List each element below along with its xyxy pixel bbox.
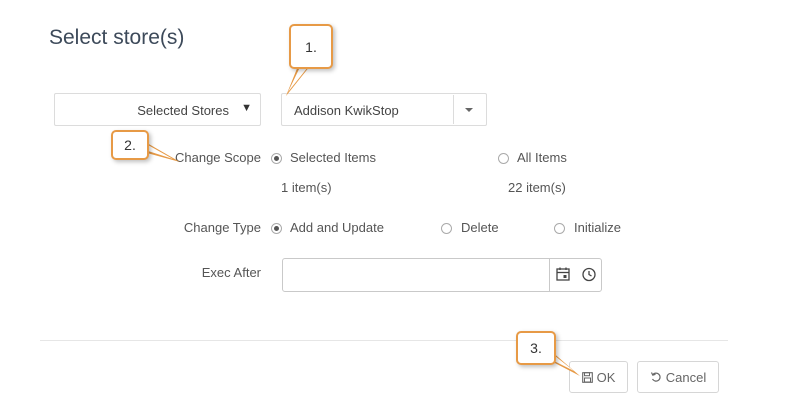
exec-after-input[interactable] [283,259,548,291]
chevron-down-icon[interactable] [465,108,473,112]
clock-button[interactable] [576,259,602,291]
all-items-count: 22 item(s) [508,180,566,195]
calendar-button[interactable] [550,259,576,291]
scope-option-all-items[interactable]: All Items [498,150,578,166]
store-filter-select[interactable]: Selected Stores ▼ [54,93,261,126]
scope-selected-items-radio[interactable] [271,153,282,164]
ok-button[interactable]: OK [569,361,628,393]
scope-selected-items-label: Selected Items [290,150,376,165]
callout-3: 3. [516,331,556,365]
callout-pointers [147,66,580,376]
type-delete-label: Delete [461,220,499,235]
page-title: Select store(s) [49,26,185,49]
callout-1-pointer [286,66,310,96]
cancel-label: Cancel [665,369,707,385]
ok-label: OK [596,369,616,385]
type-option-initialize[interactable]: Initialize [554,220,629,236]
type-option-delete[interactable]: Delete [441,220,506,236]
store-filter-value: Selected Stores [137,103,229,118]
type-add-update-radio[interactable] [271,223,282,234]
type-option-add-update[interactable]: Add and Update [271,220,396,236]
cancel-button[interactable]: Cancel [637,361,719,393]
callout-1-pointer-fill [288,67,308,92]
store-picker-value: Addison KwikStop [294,103,399,118]
callout-2: 2. [111,130,149,160]
scope-all-items-label: All Items [517,150,567,165]
undo-icon [650,372,661,382]
callout-1: 1. [289,24,333,69]
type-initialize-radio[interactable] [554,223,565,234]
type-initialize-label: Initialize [574,220,621,235]
change-type-label: Change Type [183,220,261,235]
selected-items-count: 1 item(s) [281,180,332,195]
save-icon [581,371,593,383]
store-picker-select[interactable]: Addison KwikStop [281,93,487,126]
type-delete-radio[interactable] [441,223,452,234]
scope-all-items-radio[interactable] [498,153,509,164]
type-add-update-label: Add and Update [290,220,384,235]
dropdown-arrow-icon: ▼ [241,102,252,114]
change-scope-label: Change Scope [174,150,261,165]
select-divider [453,95,454,124]
calendar-icon [556,267,570,281]
footer-divider [40,340,728,341]
scope-option-selected-items[interactable]: Selected Items [271,150,381,166]
exec-after-label: Exec After [201,265,261,280]
exec-after-datetime [282,258,602,292]
clock-icon [582,267,596,282]
